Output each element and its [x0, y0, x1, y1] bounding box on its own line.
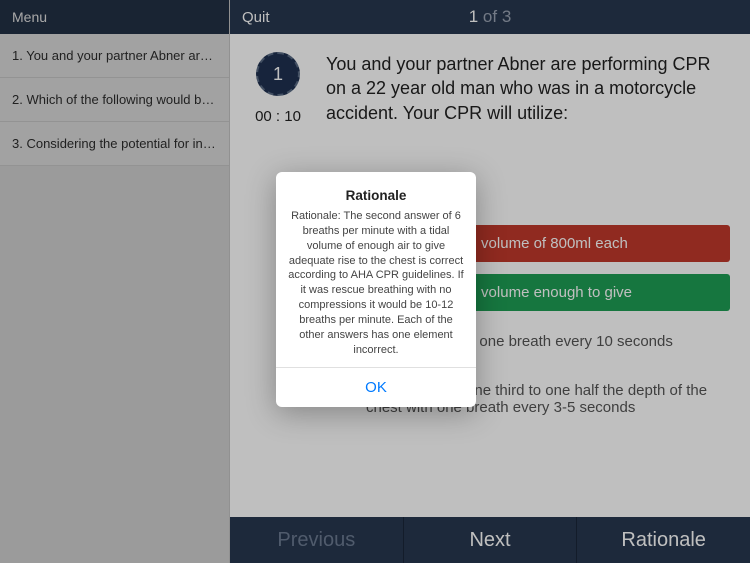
- modal-body: Rationale: The second answer of 6 breath…: [286, 209, 466, 357]
- app-root: Menu 1. You and your partner Abner are… …: [0, 0, 750, 563]
- modal-ok-button[interactable]: OK: [276, 367, 476, 407]
- rationale-modal: Rationale Rationale: The second answer o…: [276, 172, 476, 407]
- modal-content: Rationale Rationale: The second answer o…: [276, 172, 476, 367]
- modal-title: Rationale: [286, 188, 466, 203]
- sidebar-overlay: [0, 0, 230, 563]
